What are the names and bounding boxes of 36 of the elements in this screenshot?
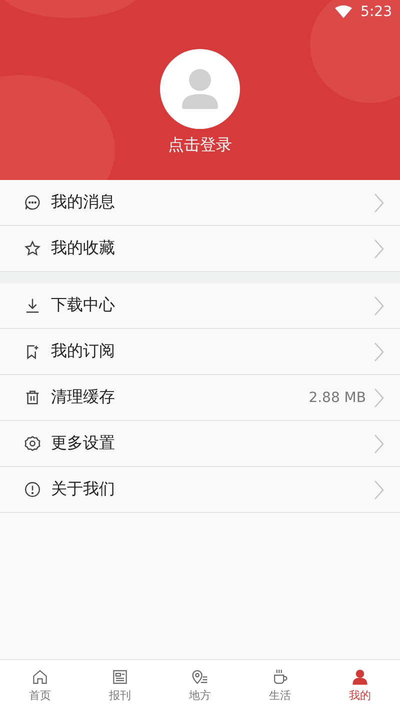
chevron-icon [374,388,384,408]
login-link[interactable]: 点击登录 [168,135,232,156]
wifi-icon [334,5,352,19]
menu-item[interactable]: 我的订阅 [0,329,400,375]
settings-icon [24,435,41,452]
download-icon [24,297,41,314]
nav-tab[interactable]: 首页 [0,660,80,710]
home-icon [31,668,49,686]
chevron-icon [374,238,384,258]
chevron-icon [374,296,384,316]
newspaper-icon [111,668,129,686]
bookmark-icon [24,343,41,360]
nav-tab[interactable]: 生活 [240,660,320,710]
info-icon [24,481,41,498]
nav-tab[interactable]: 报刊 [80,660,160,710]
trash-icon [24,389,41,406]
nav-tab[interactable]: 我的 [320,660,400,710]
location-pin-icon [191,668,209,686]
menu-item[interactable]: 更多设置 [0,421,400,467]
chevron-icon [374,480,384,500]
status-time: 5:23 [360,4,392,20]
chevron-icon [374,434,384,454]
chevron-icon [374,342,384,362]
chevron-icon [374,192,384,212]
avatar-icon[interactable] [160,49,240,129]
menu-item[interactable]: 我的消息 [0,180,400,226]
menu-item[interactable]: 我的收藏 [0,226,400,272]
person-icon [351,668,369,686]
menu-item[interactable]: 下载中心 [0,283,400,329]
menu-item[interactable]: 清理缓存 2.88 MB [0,375,400,421]
cup-icon [271,668,289,686]
star-icon [24,240,41,257]
chat-bubble-icon [24,194,41,211]
nav-tab[interactable]: 地方 [160,660,240,710]
menu-item[interactable]: 关于我们 [0,467,400,513]
cache-size: 2.88 MB [308,390,366,406]
